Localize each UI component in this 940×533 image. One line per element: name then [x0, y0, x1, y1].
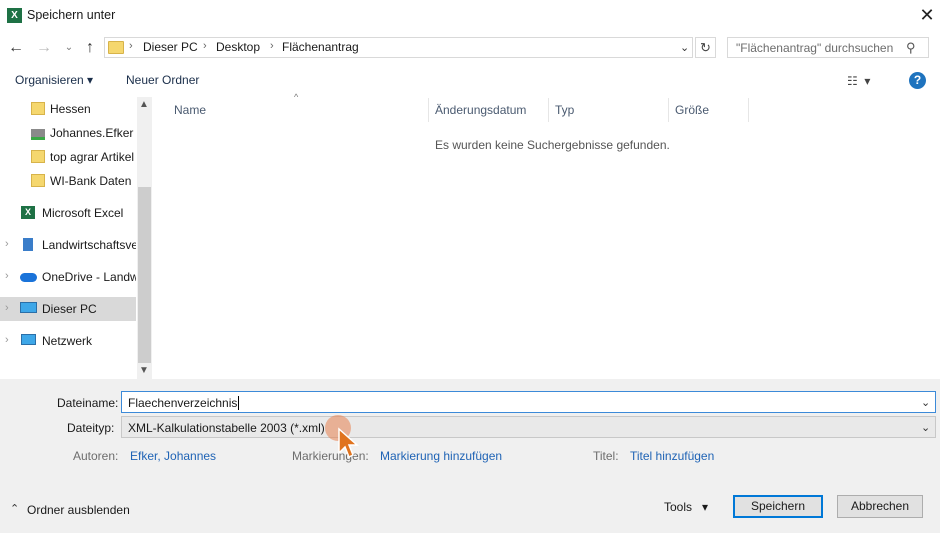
- empty-result-message: Es wurden keine Suchergebnisse gefunden.: [435, 138, 670, 152]
- search-input[interactable]: "Flächenantrag" durchsuchen: [727, 37, 929, 58]
- cancel-button[interactable]: Abbrechen: [837, 495, 923, 518]
- add-tag-link[interactable]: Markierung hinzufügen: [380, 449, 502, 463]
- column-divider[interactable]: [548, 98, 549, 122]
- column-divider[interactable]: [668, 98, 669, 122]
- column-header-name[interactable]: Name: [174, 103, 206, 117]
- expand-chevron-icon[interactable]: ›: [5, 270, 9, 282]
- expand-chevron-icon[interactable]: ›: [5, 238, 9, 250]
- column-header-date[interactable]: Änderungsdatum: [435, 103, 526, 117]
- sidebar-item-dieser-pc[interactable]: › Dieser PC: [0, 297, 136, 321]
- authors-value[interactable]: Efker, Johannes: [130, 449, 216, 463]
- sort-indicator-icon: ^: [294, 92, 299, 102]
- computer-icon: [20, 302, 37, 313]
- add-title-link[interactable]: Titel hinzufügen: [630, 449, 714, 463]
- window-title: Speichern unter: [27, 8, 116, 22]
- address-dropdown-icon[interactable]: ⌄: [680, 41, 689, 54]
- folder-icon: [31, 174, 45, 187]
- mouse-cursor-icon: [338, 427, 359, 459]
- breadcrumb-dieser-pc[interactable]: Dieser PC: [143, 40, 198, 54]
- refresh-icon[interactable]: ↻: [695, 37, 716, 58]
- sidebar-scrollbar-thumb[interactable]: [138, 187, 151, 363]
- filename-input[interactable]: Flaechenverzeichnis: [121, 391, 936, 413]
- folder-icon: [31, 150, 45, 163]
- sidebar-item-landwirtschaftsverband[interactable]: › Landwirtschaftsve: [0, 233, 136, 257]
- sidebar-item-top-agrar[interactable]: top agrar Artikel: [0, 145, 136, 169]
- sidebar-item-onedrive[interactable]: › OneDrive - Landw: [0, 265, 136, 289]
- breadcrumb-flaechenantrag[interactable]: Flächenantrag: [282, 40, 359, 54]
- filetype-label: Dateityp:: [67, 421, 115, 435]
- save-button[interactable]: Speichern: [733, 495, 823, 518]
- tools-menu-button[interactable]: Tools ▾: [664, 500, 708, 514]
- column-divider[interactable]: [428, 98, 429, 122]
- network-icon: [21, 334, 36, 345]
- onedrive-icon: [20, 273, 37, 282]
- folder-icon: [108, 41, 124, 54]
- search-icon[interactable]: ⚲: [906, 40, 916, 56]
- organize-button[interactable]: Organisieren ▾: [15, 73, 93, 87]
- excel-icon: X: [7, 8, 22, 23]
- excel-icon: X: [21, 206, 35, 219]
- filetype-select[interactable]: XML-Kalkulationstabelle 2003 (*.xml): [121, 416, 936, 438]
- filename-label: Dateiname:: [57, 396, 119, 410]
- breadcrumb-desktop[interactable]: Desktop: [216, 40, 260, 54]
- view-options-icon[interactable]: ☷ ▾: [847, 74, 870, 88]
- filename-dropdown-icon[interactable]: ⌄: [921, 396, 930, 409]
- sidebar-item-hessen[interactable]: Hessen: [0, 97, 136, 121]
- filetype-dropdown-icon[interactable]: ⌄: [921, 421, 930, 434]
- breadcrumb-separator-icon: ›: [129, 40, 133, 52]
- hide-folders-button[interactable]: Ordner ausblenden: [27, 503, 130, 517]
- scroll-up-icon[interactable]: ▲: [139, 99, 149, 110]
- authors-label: Autoren:: [73, 449, 119, 463]
- title-bar: [0, 0, 940, 32]
- breadcrumb-separator-icon: ›: [203, 40, 207, 52]
- new-folder-button[interactable]: Neuer Ordner: [126, 73, 199, 87]
- building-icon: [23, 238, 33, 251]
- sidebar-item-johannes-efker[interactable]: Johannes.Efker (: [0, 121, 136, 145]
- expand-chevron-icon[interactable]: ›: [5, 302, 9, 314]
- forward-arrow-icon[interactable]: →: [34, 38, 54, 58]
- folder-icon: [31, 102, 45, 115]
- collapse-chevron-icon[interactable]: ⌃: [10, 502, 19, 515]
- scroll-down-icon[interactable]: ▼: [139, 365, 149, 376]
- column-header-size[interactable]: Größe: [675, 103, 709, 117]
- recent-dropdown-icon[interactable]: ⌄: [59, 38, 79, 58]
- sidebar-item-wi-bank[interactable]: WI-Bank Daten: [0, 169, 136, 193]
- breadcrumb-separator-icon: ›: [270, 40, 274, 52]
- column-divider[interactable]: [748, 98, 749, 122]
- network-drive-icon: [31, 129, 45, 140]
- expand-chevron-icon[interactable]: ›: [5, 334, 9, 346]
- close-icon[interactable]: ✕: [916, 4, 938, 26]
- up-arrow-icon[interactable]: ↑: [80, 38, 100, 58]
- sidebar-item-microsoft-excel[interactable]: X Microsoft Excel: [0, 201, 136, 225]
- title-label: Titel:: [593, 449, 619, 463]
- column-header-type[interactable]: Typ: [555, 103, 574, 117]
- sidebar-item-netzwerk[interactable]: › Netzwerk: [0, 329, 136, 353]
- back-arrow-icon[interactable]: ←: [6, 38, 26, 58]
- help-icon[interactable]: ?: [909, 72, 926, 89]
